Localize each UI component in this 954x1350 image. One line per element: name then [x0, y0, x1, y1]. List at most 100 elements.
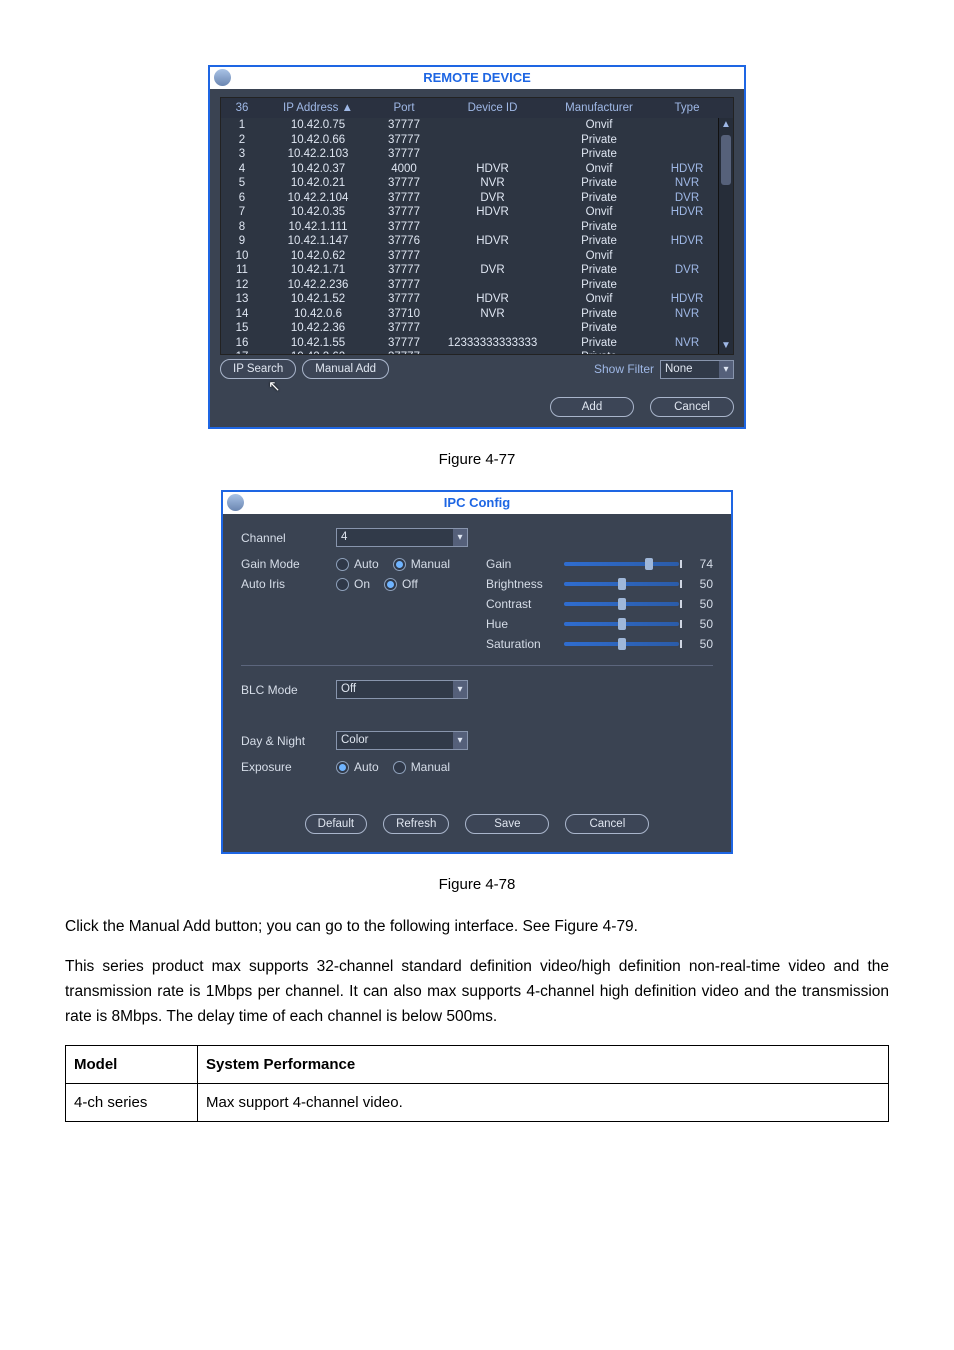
row-type: HDVR: [648, 292, 726, 307]
row-type: [648, 220, 726, 235]
channel-select[interactable]: 4 ▾: [336, 528, 468, 547]
gain-slider[interactable]: [564, 562, 679, 566]
row-ip: 10.42.0.6: [263, 307, 373, 322]
table-row[interactable]: 710.42.0.3537777HDVROnvifHDVR: [221, 205, 733, 220]
hue-slider[interactable]: [564, 622, 679, 626]
add-button[interactable]: Add: [550, 397, 634, 417]
scroll-up-icon[interactable]: ▲: [720, 119, 732, 131]
day-night-select[interactable]: Color ▾: [336, 731, 468, 750]
col-deviceid[interactable]: Device ID: [435, 98, 550, 118]
table-row[interactable]: 510.42.0.2137777NVRPrivateNVR: [221, 176, 733, 191]
auto-iris-on-radio[interactable]: On: [336, 577, 370, 591]
table-row[interactable]: 110.42.0.7537777Onvif: [221, 118, 733, 133]
table-row[interactable]: 610.42.2.10437777DVRPrivateDVR: [221, 191, 733, 206]
gain-mode-auto-radio[interactable]: Auto: [336, 557, 379, 571]
slider-handle[interactable]: [618, 638, 626, 650]
col-port[interactable]: Port: [373, 98, 435, 118]
row-ip: 10.42.1.111: [263, 220, 373, 235]
table-row[interactable]: 1310.42.1.5237777HDVROnvifHDVR: [221, 292, 733, 307]
gain-mode-manual-radio[interactable]: Manual: [393, 557, 450, 571]
row-port: 37710: [373, 307, 435, 322]
saturation-slider[interactable]: [564, 642, 679, 646]
table-row[interactable]: 1110.42.1.7137777DVRPrivateDVR: [221, 263, 733, 278]
row-port: 37777: [373, 133, 435, 148]
slider-handle[interactable]: [618, 598, 626, 610]
table-row[interactable]: 210.42.0.6637777Private: [221, 133, 733, 148]
row-type: NVR: [648, 176, 726, 191]
row-manufacturer: Private: [550, 133, 648, 148]
table-row[interactable]: 410.42.0.374000HDVROnvifHDVR: [221, 162, 733, 177]
row-manufacturer: Onvif: [550, 205, 648, 220]
row-index: 16: [221, 336, 263, 351]
col-type[interactable]: Type: [648, 98, 726, 118]
row-type: DVR: [648, 191, 726, 206]
exposure-auto-radio[interactable]: Auto: [336, 760, 379, 774]
slider-handle[interactable]: [618, 578, 626, 590]
row-ip: 10.42.0.37: [263, 162, 373, 177]
saturation-label: Saturation: [486, 637, 564, 651]
row-type: NVR: [648, 307, 726, 322]
table-row[interactable]: 1010.42.0.6237777Onvif: [221, 249, 733, 264]
col-count[interactable]: 36: [221, 98, 263, 118]
col-ip[interactable]: IP Address ▲: [263, 98, 373, 118]
contrast-slider[interactable]: [564, 602, 679, 606]
auto-iris-off-radio[interactable]: Off: [384, 577, 418, 591]
row-deviceid: HDVR: [435, 162, 550, 177]
row-type: [648, 133, 726, 148]
dialog-titlebar: IPC Config: [223, 492, 731, 514]
show-filter-select[interactable]: None ▾: [660, 360, 734, 379]
row-index: 8: [221, 220, 263, 235]
performance-cell: Max support 4-channel video.: [198, 1084, 889, 1122]
hue-label: Hue: [486, 617, 564, 631]
brightness-label: Brightness: [486, 577, 564, 591]
row-index: 2: [221, 133, 263, 148]
remote-device-dialog: REMOTE DEVICE 36 IP Address ▲ Port Devic…: [208, 65, 746, 429]
table-row[interactable]: 310.42.2.10337777Private: [221, 147, 733, 162]
blc-mode-select[interactable]: Off ▾: [336, 680, 468, 699]
scroll-thumb[interactable]: [721, 135, 731, 185]
brightness-value: 50: [689, 577, 713, 591]
table-row[interactable]: 1610.42.1.553777712333333333333PrivateNV…: [221, 336, 733, 351]
contrast-label: Contrast: [486, 597, 564, 611]
slider-handle[interactable]: [618, 618, 626, 630]
row-deviceid: [435, 278, 550, 293]
row-index: 5: [221, 176, 263, 191]
refresh-button[interactable]: Refresh: [383, 814, 449, 834]
scroll-down-icon[interactable]: ▼: [720, 340, 732, 352]
row-ip: 10.42.1.71: [263, 263, 373, 278]
table-row[interactable]: 1210.42.2.23637777Private: [221, 278, 733, 293]
divider: [241, 665, 713, 666]
table-row[interactable]: 910.42.1.14737776HDVRPrivateHDVR: [221, 234, 733, 249]
gain-value: 74: [689, 557, 713, 571]
row-index: 6: [221, 191, 263, 206]
radio-icon: [336, 558, 349, 571]
row-manufacturer: Onvif: [550, 292, 648, 307]
table-row[interactable]: 1710.42.2.6237777Private: [221, 350, 733, 354]
table-scrollbar[interactable]: ▲ ▼: [718, 118, 733, 354]
paragraph-1: Click the Manual Add button; you can go …: [65, 915, 889, 940]
save-button[interactable]: Save: [465, 814, 549, 834]
app-icon: [214, 69, 231, 86]
model-header: Model: [66, 1046, 198, 1084]
col-manufacturer[interactable]: Manufacturer: [550, 98, 648, 118]
slider-handle[interactable]: [645, 558, 653, 570]
model-cell: 4-ch series: [66, 1084, 198, 1122]
table-row[interactable]: 1410.42.0.637710NVRPrivateNVR: [221, 307, 733, 322]
row-index: 4: [221, 162, 263, 177]
default-button[interactable]: Default: [305, 814, 367, 834]
table-row[interactable]: 810.42.1.11137777Private: [221, 220, 733, 235]
row-type: [648, 278, 726, 293]
table-row[interactable]: 1510.42.2.3637777Private: [221, 321, 733, 336]
row-deviceid: [435, 321, 550, 336]
cancel-button[interactable]: Cancel: [565, 814, 649, 834]
show-filter-value: None: [661, 361, 719, 378]
brightness-slider[interactable]: [564, 582, 679, 586]
ip-search-button[interactable]: IP Search: [220, 359, 296, 379]
exposure-manual-radio[interactable]: Manual: [393, 760, 450, 774]
row-index: 15: [221, 321, 263, 336]
manual-add-button[interactable]: Manual Add: [302, 359, 389, 379]
row-manufacturer: Private: [550, 220, 648, 235]
cancel-button[interactable]: Cancel: [650, 397, 734, 417]
radio-icon: [384, 578, 397, 591]
row-deviceid: [435, 249, 550, 264]
